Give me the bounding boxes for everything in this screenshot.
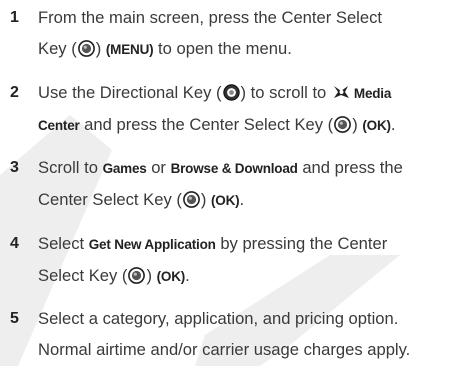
center-select-key-icon [77,40,95,57]
step-text-run: ) [95,39,106,58]
step-text: Use the Directional Key () to scroll to … [38,77,468,141]
step-text-run: Use the Directional Key ( [38,83,222,102]
softkey-label: Media [353,86,392,101]
step-text: Scroll to Games or Browse & Download and… [38,152,468,216]
center-select-key-icon [334,116,352,133]
softkey-label: Games [102,161,147,176]
step-number: 3 [10,159,19,176]
step-text-run: Center Select Key ( [38,190,182,209]
step-text-run: . [185,266,190,285]
step-number: 5 [10,310,19,327]
softkey-label: Center [38,118,80,133]
step-text-run: . [390,115,396,134]
step-text-run: or [146,158,171,177]
step-text-run: Select [38,234,89,253]
step-text: Select Get New Application by pressing t… [38,228,468,292]
step-text-run: Select Key ( [38,266,128,285]
step-text-run: From the main screen, press the Center S… [38,8,383,27]
softkey-label: (MENU) [105,42,154,57]
step-text-run: and press the [297,158,403,177]
step-number: 4 [10,235,19,252]
softkey-label: Browse & Download [170,161,298,176]
step-text-run: Select a category, application, and pric… [38,309,399,328]
softkey-label: (OK) [362,118,391,133]
step-text-run: and press the Center Select Key ( [79,115,334,134]
step-text-run: ) [146,266,157,285]
step-text-run: Scroll to [38,158,103,177]
step-text-run: to open the menu. [153,39,292,58]
step-text-run: ) [352,115,363,134]
step-number: 2 [10,84,19,101]
step-text-run: by pressing the Center [215,234,388,253]
step-text-run: ) [200,190,212,209]
softkey-label: (OK) [156,269,186,284]
step-text-run: Key ( [38,39,77,58]
step-text: Select a category, application, and pric… [38,303,468,365]
center-select-key-icon [182,191,200,208]
directional-key-icon [222,84,240,101]
step-text-run: Normal airtime and/or carrier usage char… [38,340,411,359]
step-number: 1 [10,9,19,26]
softkey-label: (OK) [211,193,240,208]
step-text: From the main screen, press the Center S… [38,2,468,65]
step-text-run: ) to scroll to [240,83,331,102]
media-center-icon [332,84,351,100]
step-text-run: . [239,190,245,209]
center-select-key-icon [128,267,146,284]
softkey-label: Get New Application [88,237,216,252]
